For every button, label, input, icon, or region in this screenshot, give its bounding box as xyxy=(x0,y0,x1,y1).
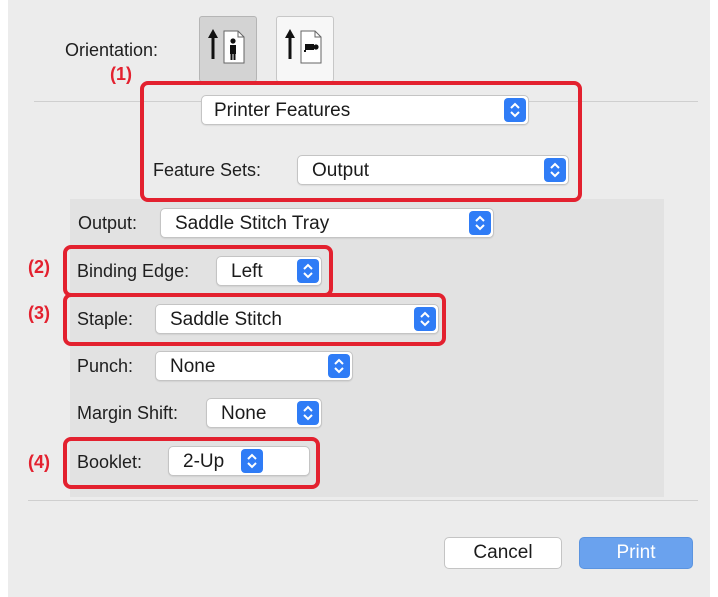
callout-box-1 xyxy=(140,81,582,202)
callout-box-4 xyxy=(63,437,320,489)
orientation-landscape-button[interactable] xyxy=(276,16,334,82)
portrait-icon xyxy=(208,29,245,64)
output-label: Output: xyxy=(78,213,138,233)
output-select[interactable]: Saddle Stitch Tray xyxy=(160,208,494,238)
chevron-updown-icon xyxy=(328,354,350,378)
callout-marker-2: (2) xyxy=(28,257,50,277)
margin-shift-value: None xyxy=(221,403,267,424)
margin-shift-select[interactable]: None xyxy=(206,398,322,428)
orientation-label: Orientation: xyxy=(65,40,159,60)
punch-select[interactable]: None xyxy=(155,351,353,381)
print-button[interactable]: Print xyxy=(579,537,693,569)
callout-marker-1: (1) xyxy=(110,64,132,84)
callout-marker-4: (4) xyxy=(28,452,50,472)
punch-value: None xyxy=(170,356,216,377)
chevron-updown-icon xyxy=(469,211,491,235)
divider-bottom xyxy=(28,500,698,501)
callout-box-3 xyxy=(63,293,446,346)
landscape-icon xyxy=(285,29,322,64)
callout-box-2 xyxy=(63,245,333,297)
margin-shift-label: Margin Shift: xyxy=(77,403,179,423)
orientation-portrait-button[interactable] xyxy=(199,16,257,82)
punch-label: Punch: xyxy=(77,356,134,376)
chevron-updown-icon xyxy=(297,401,319,425)
cancel-button[interactable]: Cancel xyxy=(444,537,562,569)
callout-marker-3: (3) xyxy=(28,303,50,323)
output-value: Saddle Stitch Tray xyxy=(175,213,330,234)
